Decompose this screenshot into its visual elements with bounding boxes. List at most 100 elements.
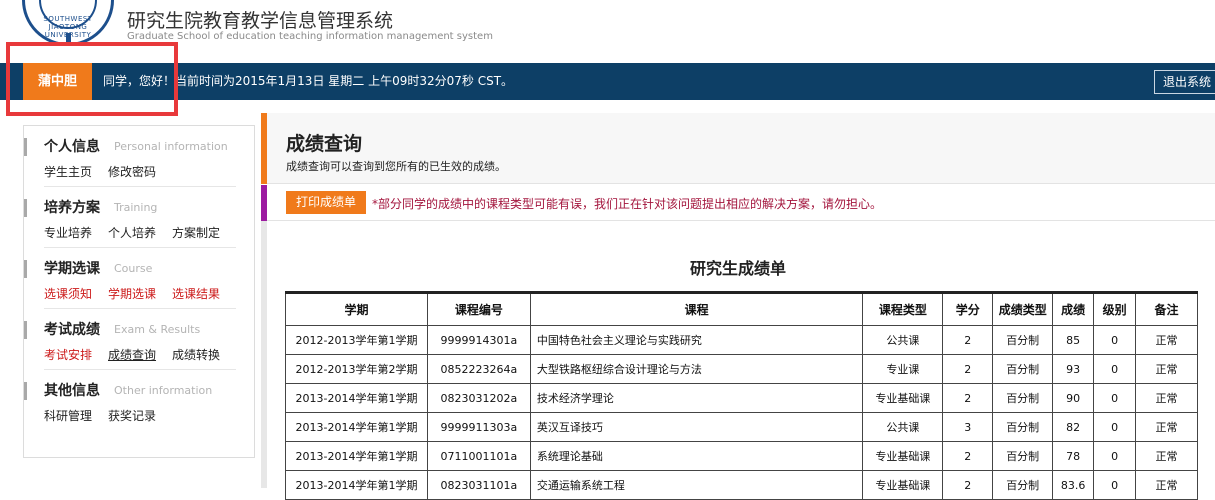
sidebar-link-course-select[interactable]: 学期选课 [108, 285, 156, 302]
table-cell: 82 [1052, 412, 1095, 442]
sidebar-links: 科研管理 获奖记录 [44, 407, 236, 431]
table-cell: 0 [1093, 470, 1137, 500]
table-row: 2013-2014学年第1学期 9999911303a 英汉互译技巧 公共课 3 百分制 8… [285, 412, 1198, 442]
sidebar-group-subtitle: Other information [114, 384, 213, 397]
page-description: 成绩查询可以查询到您所有的已生效的成绩。 [286, 160, 506, 173]
sidebar-group-title: 个人信息 [44, 139, 100, 155]
table-cell: 0 [1093, 383, 1137, 413]
print-transcript-button[interactable]: 打印成绩单 [286, 191, 366, 214]
sidebar-group-subtitle: Personal information [114, 140, 228, 153]
table-cell: 正常 [1135, 325, 1198, 355]
action-bar: 打印成绩单 *部分同学的成绩中的课程类型可能有误，我们正在针对该问题提出相应的解… [261, 185, 1215, 221]
sidebar-group-subtitle: Training [114, 201, 158, 214]
sidebar-link-awards[interactable]: 获奖记录 [108, 407, 156, 424]
table-cell: 0852223264a [426, 354, 531, 384]
column-header: 学期 [285, 292, 428, 326]
table-cell: 9999914301a [426, 325, 531, 355]
table-cell: 2 [942, 383, 994, 413]
table-cell: 85 [1052, 325, 1095, 355]
table-cell: 2012-2013学年第2学期 [285, 354, 428, 384]
table-cell: 2013-2014学年第1学期 [285, 470, 428, 500]
report-title: 研究生成绩单 [689, 259, 786, 278]
notice-text: *部分同学的成绩中的课程类型可能有误，我们正在针对该问题提出相应的解决方案，请勿… [372, 197, 883, 211]
sidebar-link-research[interactable]: 科研管理 [44, 407, 92, 424]
system-subtitle: Graduate School of education teaching in… [127, 31, 493, 42]
table-cell: 2 [942, 325, 994, 355]
table-cell: 正常 [1135, 354, 1198, 384]
table-cell: 2012-2013学年第1学期 [285, 325, 428, 355]
table-cell: 专业基础课 [862, 470, 944, 500]
sidebar-link-grade-query[interactable]: 成绩查询 [108, 346, 156, 363]
sidebar-group-title: 其他信息 [44, 383, 100, 399]
table-cell: 中国特色社会主义理论与实践研究 [529, 325, 864, 355]
table-cell: 大型铁路枢纽综合设计理论与方法 [529, 354, 864, 384]
column-header: 成绩 [1052, 292, 1095, 326]
column-header: 课程编号 [426, 292, 531, 326]
table-cell: 正常 [1135, 383, 1198, 413]
sidebar-link-plan-making[interactable]: 方案制定 [172, 224, 220, 241]
welcome-message: 同学，您好！当前时间为2015年1月13日 星期二 上午09时32分07秒 CS… [103, 74, 514, 88]
sidebar: 个人信息 Personal information 学生主页 修改密码 培养方案… [23, 125, 255, 458]
logout-button[interactable]: 退出系统 [1154, 70, 1215, 94]
table-cell: 技术经济学理论 [529, 383, 864, 413]
column-header: 课程类型 [862, 292, 944, 326]
table-cell: 83.6 [1052, 470, 1095, 500]
table-row: 2013-2014学年第1学期 0823031101a 交通运输系统工程 专业基础课 2… [285, 470, 1198, 500]
table-cell: 90 [1052, 383, 1095, 413]
column-header: 备注 [1135, 292, 1198, 326]
table-cell: 0 [1093, 325, 1137, 355]
table-cell: 9999911303a [426, 412, 531, 442]
table-header-row: 学期 课程编号 课程 课程类型 学分 成绩类型 成绩 级别 备注 [285, 292, 1198, 326]
table-cell: 93 [1052, 354, 1095, 384]
page-header: SOUTHWEST JIAOTONG UNIVERSITY 研究生院教育教学信息… [0, 0, 1215, 62]
table-cell: 百分制 [992, 412, 1054, 442]
sidebar-group-subtitle: Exam & Results [114, 323, 201, 336]
table-cell: 公共课 [862, 412, 944, 442]
table-cell: 2 [942, 441, 994, 471]
table-row: 2013-2014学年第1学期 0711001101a 系统理论基础 专业基础课 2 百分… [285, 441, 1198, 471]
table-cell: 百分制 [992, 383, 1054, 413]
page-title: 成绩查询 [286, 133, 363, 155]
table-cell: 正常 [1135, 441, 1198, 471]
sidebar-group-title: 学期选课 [44, 261, 100, 277]
column-header: 级别 [1093, 292, 1137, 326]
sidebar-links: 选课须知 学期选课 选课结果 [44, 285, 236, 309]
table-cell: 2013-2014学年第1学期 [285, 441, 428, 471]
top-nav-bar: 蒲中胆 同学，您好！当前时间为2015年1月13日 星期二 上午09时32分07… [0, 63, 1215, 100]
sidebar-link-course-notice[interactable]: 选课须知 [44, 285, 92, 302]
table-cell: 英汉互译技巧 [529, 412, 864, 442]
sidebar-link-grade-convert[interactable]: 成绩转换 [172, 346, 220, 363]
table-cell: 交通运输系统工程 [529, 470, 864, 500]
sidebar-link-course-result[interactable]: 选课结果 [172, 285, 220, 302]
system-title: 研究生院教育教学信息管理系统 [127, 10, 394, 32]
table-cell: 百分制 [992, 441, 1054, 471]
table-row: 2013-2014学年第1学期 0823031202a 技术经济学理论 专业基础课 2 百… [285, 383, 1198, 413]
sidebar-link-change-password[interactable]: 修改密码 [108, 163, 156, 180]
user-name-tab[interactable]: 蒲中胆 [23, 63, 92, 100]
grades-table-body: 2012-2013学年第1学期 9999914301a 中国特色社会主义理论与实践研… [285, 325, 1198, 500]
sidebar-link-exam-schedule[interactable]: 考试安排 [44, 346, 92, 363]
table-cell: 0823031202a [426, 383, 531, 413]
table-cell: 2 [942, 354, 994, 384]
table-cell: 78 [1052, 441, 1095, 471]
table-cell: 系统理论基础 [529, 441, 864, 471]
sidebar-link-student-home[interactable]: 学生主页 [44, 163, 92, 180]
table-cell: 正常 [1135, 470, 1198, 500]
table-cell: 2013-2014学年第1学期 [285, 412, 428, 442]
sidebar-links: 专业培养 个人培养 方案制定 [44, 224, 236, 248]
university-logo: SOUTHWEST JIAOTONG UNIVERSITY [22, 0, 114, 46]
column-header: 成绩类型 [992, 292, 1054, 326]
sidebar-link-personal-training[interactable]: 个人培养 [108, 224, 156, 241]
table-cell: 3 [942, 412, 994, 442]
table-cell: 专业基础课 [862, 441, 944, 471]
sidebar-link-major-training[interactable]: 专业培养 [44, 224, 92, 241]
column-header: 课程 [529, 292, 864, 326]
table-cell: 2 [942, 470, 994, 500]
table-cell: 百分制 [992, 325, 1054, 355]
table-cell: 正常 [1135, 412, 1198, 442]
sidebar-links: 学生主页 修改密码 [44, 163, 236, 187]
table-cell: 0 [1093, 354, 1137, 384]
sidebar-group-title: 考试成绩 [44, 322, 100, 338]
grades-table: 学期 课程编号 课程 课程类型 学分 成绩类型 成绩 级别 备注 2012-20… [285, 291, 1198, 500]
sidebar-group-subtitle: Course [114, 262, 153, 275]
